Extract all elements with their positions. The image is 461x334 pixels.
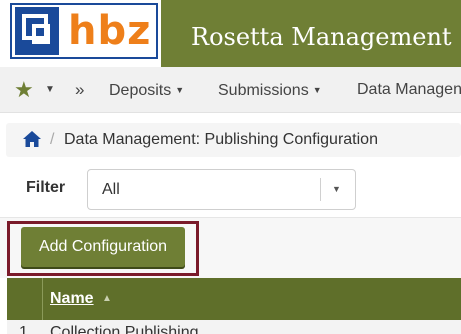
breadcrumb-area: / Data Management: Publishing Configurat… — [0, 113, 461, 163]
column-header-name[interactable]: Name — [50, 278, 94, 320]
chevron-down-icon: ▼ — [175, 85, 185, 95]
title-bar: Rosetta Management — [161, 0, 461, 67]
main-nav: ★ ▼ » Deposits ▼ Submissions ▼ Data Manage… — [0, 67, 461, 113]
app-title: Rosetta Management — [191, 23, 452, 51]
nav-item-label: Data Managen — [357, 81, 461, 98]
nav-item-submissions[interactable]: Submissions ▼ — [218, 67, 322, 113]
app-header: hbz Rosetta Management — [0, 0, 461, 67]
sort-ascending-icon[interactable]: ▲ — [102, 278, 112, 320]
nav-item-deposits[interactable]: Deposits ▼ — [109, 67, 184, 113]
select-divider — [320, 178, 321, 201]
filter-label: Filter — [26, 179, 66, 196]
nav-item-data-management[interactable]: Data Managen — [357, 67, 461, 113]
nav-item-label: Deposits — [109, 82, 172, 99]
home-icon[interactable] — [22, 129, 42, 149]
logo-area[interactable]: hbz — [0, 0, 161, 67]
chevron-down-icon[interactable]: ▼ — [332, 170, 341, 209]
row-index: 1 — [19, 324, 28, 334]
breadcrumb-current: Data Management: Publishing Configuratio… — [64, 131, 378, 148]
logo-text: hbz — [68, 8, 152, 54]
table-row[interactable]: 1 Collection Publishing — [7, 320, 461, 334]
table-header: Name ▲ — [7, 278, 461, 320]
chevron-down-icon: ▼ — [312, 85, 322, 95]
column-divider — [42, 278, 43, 320]
breadcrumb-separator: / — [50, 131, 55, 148]
favorites-star-icon[interactable]: ★ — [14, 67, 34, 113]
filter-select[interactable]: All ▼ — [87, 169, 356, 210]
add-configuration-button[interactable]: Add Configuration — [21, 227, 185, 267]
nav-item-label: Submissions — [218, 82, 309, 99]
filter-selected-value: All — [102, 181, 120, 198]
row-name[interactable]: Collection Publishing — [50, 324, 199, 334]
nav-expand-icon[interactable]: » — [75, 67, 84, 113]
logo-mark-icon — [15, 7, 59, 55]
favorites-caret-icon[interactable]: ▼ — [45, 67, 55, 113]
hbz-logo[interactable]: hbz — [10, 3, 158, 59]
filter-area: Filter All ▼ — [0, 163, 461, 217]
breadcrumb: / Data Management: Publishing Configurat… — [6, 123, 461, 157]
